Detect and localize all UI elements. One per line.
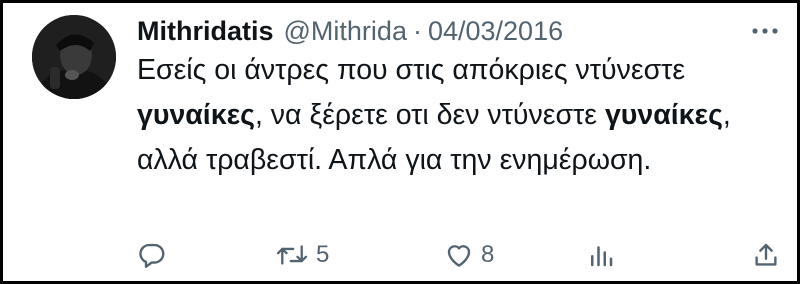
tweet-header: Mithridatis @Mithrida · 04/03/2016 xyxy=(137,11,563,51)
tweet-text-bold: γυναίκες xyxy=(604,99,723,131)
retweet-button[interactable]: 5 xyxy=(275,235,329,275)
tweet-text-bold: γυναίκες xyxy=(137,99,255,131)
header-separator: · xyxy=(412,15,422,46)
share-icon xyxy=(755,243,777,266)
retweet-count: 5 xyxy=(316,241,330,268)
reply-icon xyxy=(139,243,165,268)
tweet-card: Mithridatis @Mithrida · 04/03/2016 Εσείς… xyxy=(3,3,797,281)
more-icon xyxy=(752,28,778,34)
retweet-icon xyxy=(276,245,308,265)
tweet-text-part: , να ξέρετε οτι δεν ντύνεστε xyxy=(254,99,605,131)
like-count: 8 xyxy=(481,241,495,268)
action-bar: 5 8 xyxy=(3,235,797,275)
author-name[interactable]: Mithridatis xyxy=(137,16,274,47)
like-button[interactable]: 8 xyxy=(444,235,494,275)
reply-button[interactable] xyxy=(137,235,174,275)
tweet-text: Εσείς οι άντρες που στις απόκριες ντύνεσ… xyxy=(137,48,787,183)
views-button[interactable] xyxy=(586,235,623,275)
more-button[interactable] xyxy=(749,15,781,47)
author-handle[interactable]: @Mithrida xyxy=(284,16,407,47)
share-button[interactable] xyxy=(751,235,781,275)
tweet-text-part: Εσείς οι άντρες που στις απόκριες ντύνεσ… xyxy=(137,54,686,86)
avatar[interactable] xyxy=(32,15,116,99)
heart-icon xyxy=(447,245,471,267)
views-icon xyxy=(591,246,613,267)
avatar-image xyxy=(32,15,116,99)
tweet-date[interactable]: 04/03/2016 xyxy=(428,16,563,47)
